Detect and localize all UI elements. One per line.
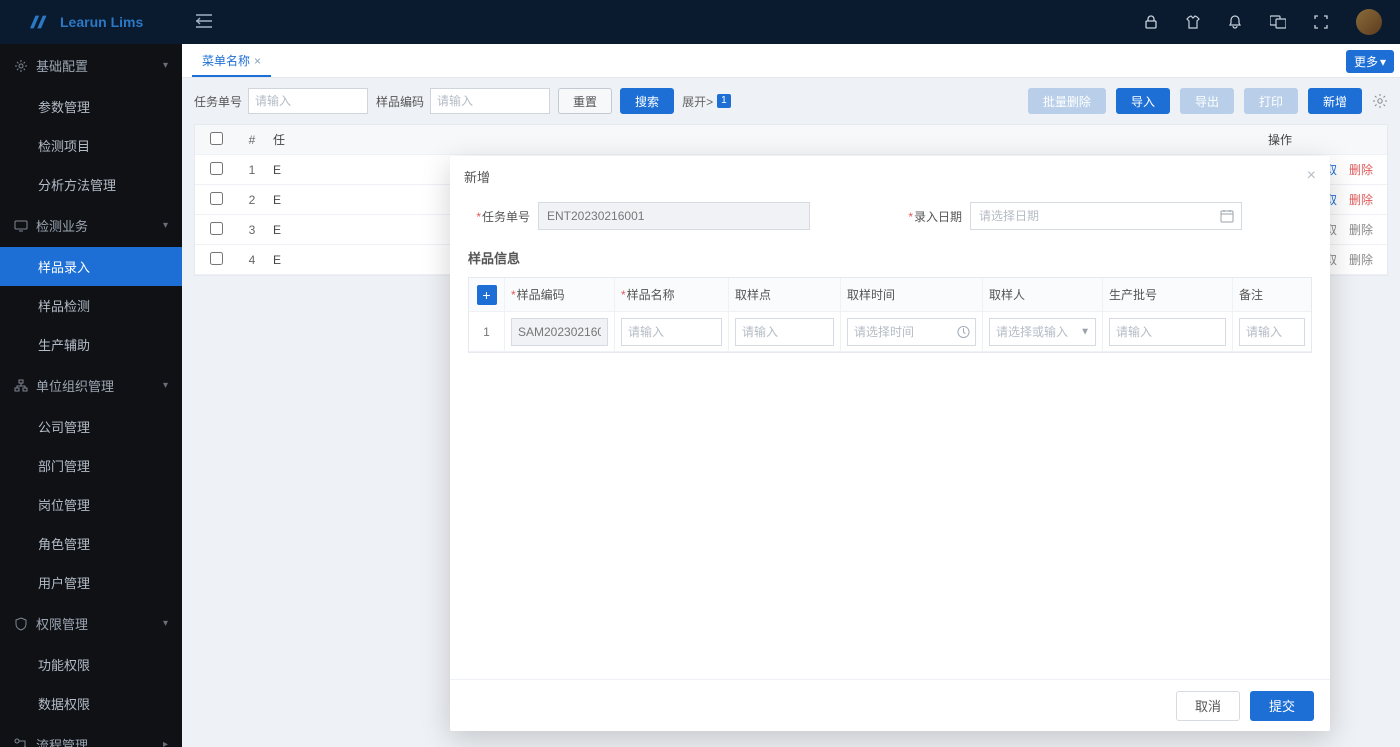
sidebar-group-flow[interactable]: 流程管理 ▸ bbox=[0, 723, 182, 747]
sidebar-item-test-items[interactable]: 检测项目 bbox=[0, 126, 182, 165]
sample-code-field bbox=[511, 318, 608, 346]
submit-button[interactable]: 提交 bbox=[1250, 691, 1314, 721]
sample-point-field[interactable] bbox=[735, 318, 834, 346]
logo-icon bbox=[30, 15, 52, 29]
chevron-down-icon: ▾ bbox=[163, 220, 168, 231]
collapse-sidebar-button[interactable] bbox=[182, 14, 226, 31]
task-no-field bbox=[538, 202, 810, 230]
sidebar-item-func-perm[interactable]: 功能权限 bbox=[0, 645, 182, 684]
sidebar-group-basic[interactable]: 基础配置 ▾ bbox=[0, 44, 182, 87]
sidebar-item-sample-test[interactable]: 样品检测 bbox=[0, 286, 182, 325]
avatar[interactable] bbox=[1356, 9, 1382, 35]
sample-note-field[interactable] bbox=[1239, 318, 1305, 346]
section-title: 样品信息 bbox=[468, 248, 1312, 267]
form-date: *录入日期 bbox=[900, 202, 1242, 230]
fullscreen-icon[interactable] bbox=[1314, 15, 1328, 29]
modal-header: 新增 × bbox=[450, 156, 1330, 196]
monitor-icon bbox=[14, 219, 28, 233]
sample-batch-field[interactable] bbox=[1109, 318, 1226, 346]
sidebar-group-test-biz[interactable]: 检测业务 ▾ bbox=[0, 204, 182, 247]
sidebar-item-position[interactable]: 岗位管理 bbox=[0, 485, 182, 524]
lock-icon[interactable] bbox=[1144, 15, 1158, 29]
sidebar-group-label: 检测业务 bbox=[36, 216, 88, 235]
org-icon bbox=[14, 379, 28, 393]
form-task-no: *任务单号 bbox=[468, 202, 810, 230]
sample-time-field[interactable] bbox=[847, 318, 976, 346]
chevron-down-icon: ▾ bbox=[163, 380, 168, 391]
app-header: Learun Lims bbox=[0, 0, 1400, 44]
sample-table: + *样品编码 *样品名称 取样点 取样时间 取样人 生产批号 备注 1 bbox=[468, 277, 1312, 353]
sidebar-group-org[interactable]: 单位组织管理 ▾ bbox=[0, 364, 182, 407]
col-label: 样品名称 bbox=[627, 286, 675, 303]
sidebar-group-label: 单位组织管理 bbox=[36, 376, 114, 395]
sidebar-item-data-perm[interactable]: 数据权限 bbox=[0, 684, 182, 723]
sample-row: 1 ▼ bbox=[469, 312, 1311, 352]
cancel-button[interactable]: 取消 bbox=[1176, 691, 1240, 721]
form-label: 任务单号 bbox=[482, 210, 530, 224]
language-icon[interactable] bbox=[1270, 15, 1286, 29]
chevron-down-icon: ▾ bbox=[163, 60, 168, 71]
sample-person-field[interactable] bbox=[989, 318, 1096, 346]
close-icon[interactable]: × bbox=[1307, 167, 1316, 185]
sidebar-item-dept[interactable]: 部门管理 bbox=[0, 446, 182, 485]
sidebar-item-user[interactable]: 用户管理 bbox=[0, 563, 182, 602]
gear-icon bbox=[14, 59, 28, 73]
modal-title: 新增 bbox=[464, 167, 490, 186]
sidebar-item-analysis[interactable]: 分析方法管理 bbox=[0, 165, 182, 204]
row-index: 1 bbox=[469, 312, 505, 351]
sample-table-header: + *样品编码 *样品名称 取样点 取样时间 取样人 生产批号 备注 bbox=[469, 278, 1311, 312]
sidebar-group-label: 权限管理 bbox=[36, 614, 88, 633]
brand-text: Learun Lims bbox=[60, 14, 143, 30]
col-label: 取样人 bbox=[983, 278, 1103, 311]
logo: Learun Lims bbox=[0, 14, 182, 30]
sidebar-item-sample-entry[interactable]: 样品录入 bbox=[0, 247, 182, 286]
col-label: 备注 bbox=[1233, 278, 1311, 311]
bell-icon[interactable] bbox=[1228, 15, 1242, 29]
main-area: 菜单名称 × 更多 ▾ 任务单号 样品编码 重置 搜索 展开> 1 bbox=[182, 44, 1400, 747]
col-label: 生产批号 bbox=[1103, 278, 1233, 311]
sidebar: 基础配置 ▾ 参数管理 检测项目 分析方法管理 检测业务 ▾ 样品录入 样品检测… bbox=[0, 44, 182, 747]
sidebar-group-perm[interactable]: 权限管理 ▾ bbox=[0, 602, 182, 645]
sidebar-item-role[interactable]: 角色管理 bbox=[0, 524, 182, 563]
col-label: 样品编码 bbox=[517, 286, 565, 303]
sidebar-item-company[interactable]: 公司管理 bbox=[0, 407, 182, 446]
shield-icon bbox=[14, 617, 28, 631]
form-label: 录入日期 bbox=[914, 210, 962, 224]
shirt-icon[interactable] bbox=[1186, 15, 1200, 29]
chevron-down-icon: ▾ bbox=[163, 618, 168, 629]
date-field[interactable] bbox=[970, 202, 1242, 230]
chevron-right-icon: ▸ bbox=[163, 739, 168, 747]
add-row-button[interactable]: + bbox=[477, 285, 497, 305]
add-modal: 新增 × *任务单号 *录入日期 样品信息 bbox=[450, 156, 1330, 731]
sidebar-group-label: 基础配置 bbox=[36, 56, 88, 75]
sidebar-item-params[interactable]: 参数管理 bbox=[0, 87, 182, 126]
flow-icon bbox=[14, 738, 28, 747]
header-actions bbox=[1144, 9, 1400, 35]
sidebar-item-prod-assist[interactable]: 生产辅助 bbox=[0, 325, 182, 364]
col-label: 取样时间 bbox=[841, 278, 983, 311]
col-label: 取样点 bbox=[729, 278, 841, 311]
modal-footer: 取消 提交 bbox=[450, 679, 1330, 731]
sidebar-group-label: 流程管理 bbox=[36, 735, 88, 747]
sample-name-field[interactable] bbox=[621, 318, 722, 346]
